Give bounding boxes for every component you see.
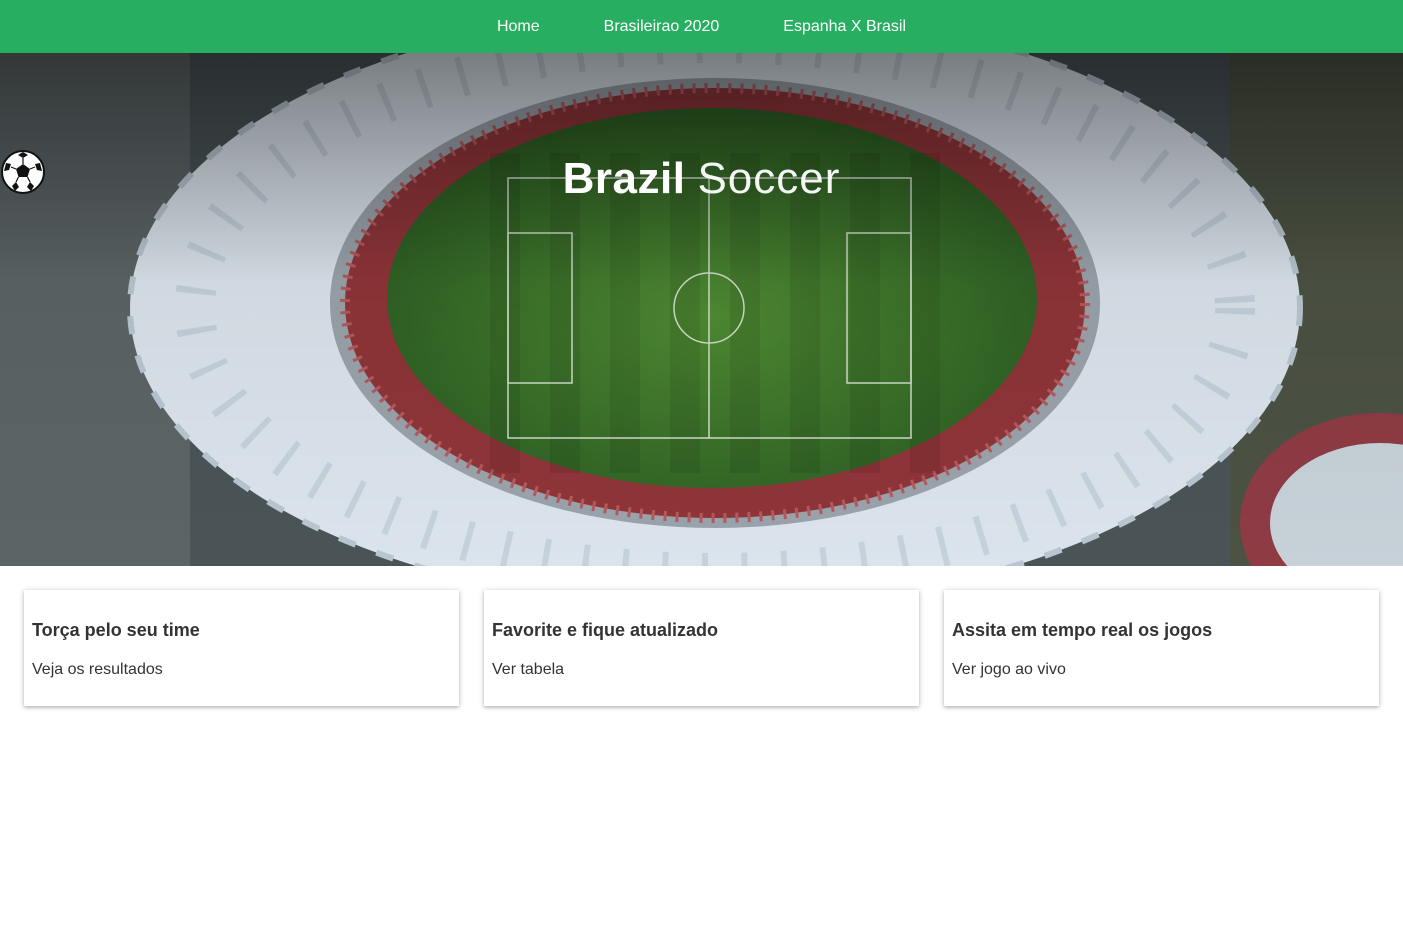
brand-logo: Brazil Soccer bbox=[0, 149, 1403, 209]
brand-title-light: Soccer bbox=[697, 154, 841, 203]
card-title: Assita em tempo real os jogos bbox=[952, 620, 1213, 640]
card-link-jogo-ao-vivo[interactable]: Ver jogo ao vivo bbox=[952, 661, 1371, 679]
card-torca: Torça pelo seu time Veja os resultados bbox=[24, 590, 459, 706]
card-link-tabela[interactable]: Ver tabela bbox=[492, 661, 911, 679]
feature-cards: Torça pelo seu time Veja os resultados F… bbox=[24, 590, 1379, 706]
brand-title-bold: Brazil bbox=[562, 154, 686, 203]
stadium-aerial-image bbox=[0, 53, 1403, 566]
hero-banner: Brazil Soccer bbox=[0, 53, 1403, 566]
card-title: Torça pelo seu time bbox=[32, 620, 200, 640]
card-favorite: Favorite e fique atualizado Ver tabela bbox=[484, 590, 919, 706]
card-link-resultados[interactable]: Veja os resultados bbox=[32, 661, 451, 679]
soccer-ball-icon bbox=[1, 150, 45, 194]
card-title: Favorite e fique atualizado bbox=[492, 620, 719, 640]
nav-home-link[interactable]: Home bbox=[497, 0, 540, 53]
nav-brasileirao-link[interactable]: Brasileirao 2020 bbox=[604, 0, 720, 53]
card-ao-vivo: Assita em tempo real os jogos Ver jogo a… bbox=[944, 590, 1379, 706]
top-navbar: Home Brasileirao 2020 Espanha X Brasil bbox=[0, 0, 1403, 53]
nav-espanha-brasil-link[interactable]: Espanha X Brasil bbox=[783, 0, 906, 53]
